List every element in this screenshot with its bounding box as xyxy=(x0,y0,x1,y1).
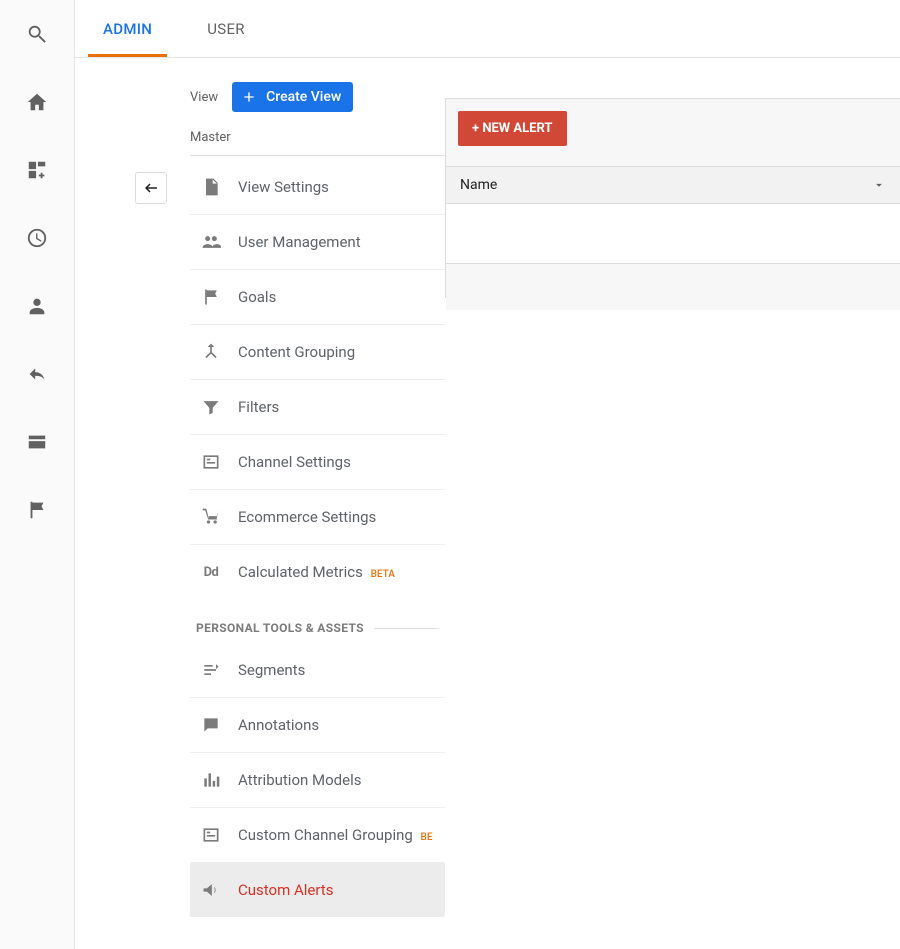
beta-badge: BETA xyxy=(371,569,395,580)
new-alert-button[interactable]: + NEW ALERT xyxy=(458,111,567,146)
megaphone-icon xyxy=(200,879,222,901)
menu-item-label: Attribution Models xyxy=(238,771,435,789)
menu-item-label: Custom Channel Grouping BE xyxy=(238,826,435,844)
menu-item-label: Goals xyxy=(238,288,435,306)
menu-item-label: Calculated Metrics BETA xyxy=(238,563,435,581)
channel-icon xyxy=(200,824,222,846)
merge-icon xyxy=(200,341,222,363)
clock-icon[interactable] xyxy=(25,226,49,250)
home-icon[interactable] xyxy=(25,90,49,114)
menu-item-ecommerce-settings[interactable]: Ecommerce Settings xyxy=(190,490,445,545)
menu-item-label: View Settings xyxy=(238,178,435,196)
page-icon xyxy=(200,176,222,198)
menu-item-channel-settings[interactable]: Channel Settings xyxy=(190,435,445,490)
menu-item-filters[interactable]: Filters xyxy=(190,380,445,435)
menu-item-label: Ecommerce Settings xyxy=(238,508,435,526)
tab-user[interactable]: USER xyxy=(207,0,245,57)
menu-item-label: User Management xyxy=(238,233,435,251)
plus-icon xyxy=(240,88,258,106)
sort-down-icon xyxy=(872,178,886,192)
selected-view-name[interactable]: Master xyxy=(190,124,445,156)
tabs-row: ADMIN USER xyxy=(75,0,900,58)
menu-item-attribution-models[interactable]: Attribution Models xyxy=(190,753,445,808)
view-column: View Create View Master xyxy=(190,82,445,156)
menu-item-label: Content Grouping xyxy=(238,343,435,361)
view-label: View xyxy=(190,90,218,105)
table-footer xyxy=(446,264,900,310)
person-icon[interactable] xyxy=(25,294,49,318)
flag-icon xyxy=(200,286,222,308)
menu-item-label: Channel Settings xyxy=(238,453,435,471)
alerts-panel: + NEW ALERT Name xyxy=(445,98,900,298)
dashboard-add-icon[interactable] xyxy=(25,158,49,182)
menu-item-annotations[interactable]: Annotations xyxy=(190,698,445,753)
menu-item-label: Segments xyxy=(238,661,435,679)
bars-icon xyxy=(200,769,222,791)
card-icon[interactable] xyxy=(25,430,49,454)
tab-admin[interactable]: ADMIN xyxy=(103,0,152,57)
menu-item-content-grouping[interactable]: Content Grouping xyxy=(190,325,445,380)
channel-icon xyxy=(200,451,222,473)
menu-item-label: Annotations xyxy=(238,716,435,734)
cart-icon xyxy=(200,506,222,528)
search-icon[interactable] xyxy=(25,22,49,46)
people-icon xyxy=(200,231,222,253)
filter-icon xyxy=(200,396,222,418)
menu-item-user-management[interactable]: User Management xyxy=(190,215,445,270)
menu-item-view-settings[interactable]: View Settings xyxy=(190,160,445,215)
annotation-icon xyxy=(200,714,222,736)
menu-item-calculated-metrics[interactable]: Dd Calculated Metrics BETA xyxy=(190,545,445,599)
table-header[interactable]: Name xyxy=(446,166,900,204)
section-title-personal-tools: PERSONAL TOOLS & ASSETS xyxy=(190,599,445,643)
view-heading: View Create View xyxy=(190,82,445,112)
back-button[interactable] xyxy=(135,172,167,204)
flag-icon[interactable] xyxy=(25,498,49,522)
segments-icon xyxy=(200,659,222,681)
table-body-empty xyxy=(446,204,900,264)
menu-item-custom-alerts[interactable]: Custom Alerts xyxy=(190,863,445,917)
beta-badge: BE xyxy=(421,832,433,843)
menu-item-label: Custom Alerts xyxy=(238,881,435,899)
col-name: Name xyxy=(460,177,497,193)
left-icon-rail xyxy=(0,0,75,949)
menu-item-custom-channel-grouping[interactable]: Custom Channel Grouping BE xyxy=(190,808,445,863)
alerts-table: Name xyxy=(446,166,900,310)
conversion-icon[interactable] xyxy=(25,362,49,386)
create-view-button[interactable]: Create View xyxy=(232,82,353,112)
dd-icon: Dd xyxy=(200,561,222,583)
menu-item-goals[interactable]: Goals xyxy=(190,270,445,325)
menu-item-segments[interactable]: Segments xyxy=(190,643,445,698)
back-arrow-icon xyxy=(142,179,160,197)
menu-item-label: Filters xyxy=(238,398,435,416)
view-settings-list: View Settings User Management Goals Cont… xyxy=(190,160,445,917)
create-view-label: Create View xyxy=(266,89,341,105)
